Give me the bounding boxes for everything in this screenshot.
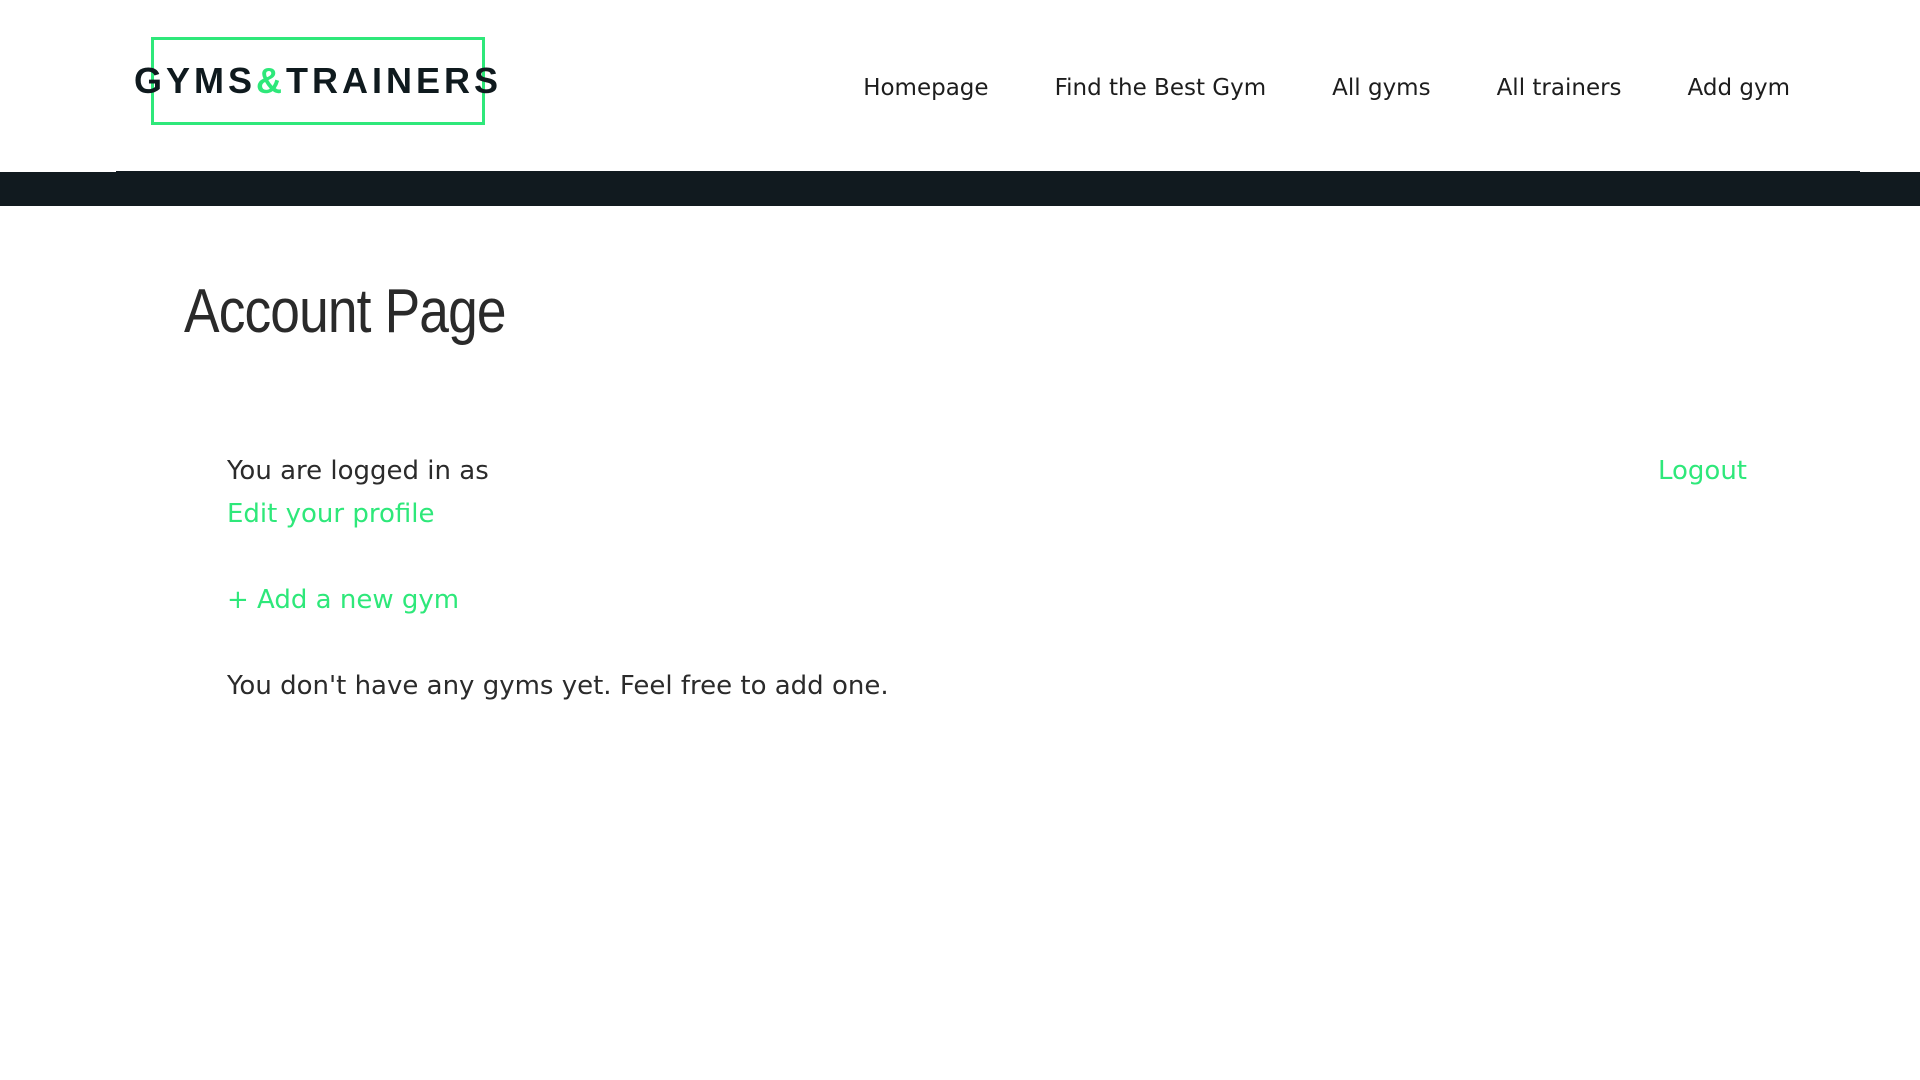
edit-profile-link[interactable]: Edit your profile <box>227 499 434 529</box>
nav-link-all-trainers[interactable]: All trainers <box>1497 75 1622 101</box>
page-title: Account Page <box>184 277 507 346</box>
nav-link-add-gym[interactable]: Add gym <box>1688 75 1790 101</box>
logout-link[interactable]: Logout <box>1658 456 1747 486</box>
logged-in-status: You are logged in as <box>227 456 489 486</box>
logo-text-gyms: GYMS <box>133 60 256 101</box>
header-divider-bar <box>0 170 1920 206</box>
nav-link-find-best-gym[interactable]: Find the Best Gym <box>1055 75 1267 101</box>
nav-link-homepage[interactable]: Homepage <box>863 75 988 101</box>
main-nav: Homepage Find the Best Gym All gyms All … <box>797 70 1790 106</box>
empty-gyms-message: You don't have any gyms yet. Feel free t… <box>227 671 889 701</box>
site-header: GYMS & TRAINERS Homepage Find the Best Gym… <box>0 0 1920 171</box>
logo-text-trainers: TRAINERS <box>286 60 503 101</box>
add-new-gym-link[interactable]: + Add a new gym <box>227 585 459 615</box>
site-logo[interactable]: GYMS & TRAINERS <box>134 37 498 125</box>
nav-link-all-gyms[interactable]: All gyms <box>1332 75 1430 101</box>
logo-ampersand: & <box>256 60 286 101</box>
